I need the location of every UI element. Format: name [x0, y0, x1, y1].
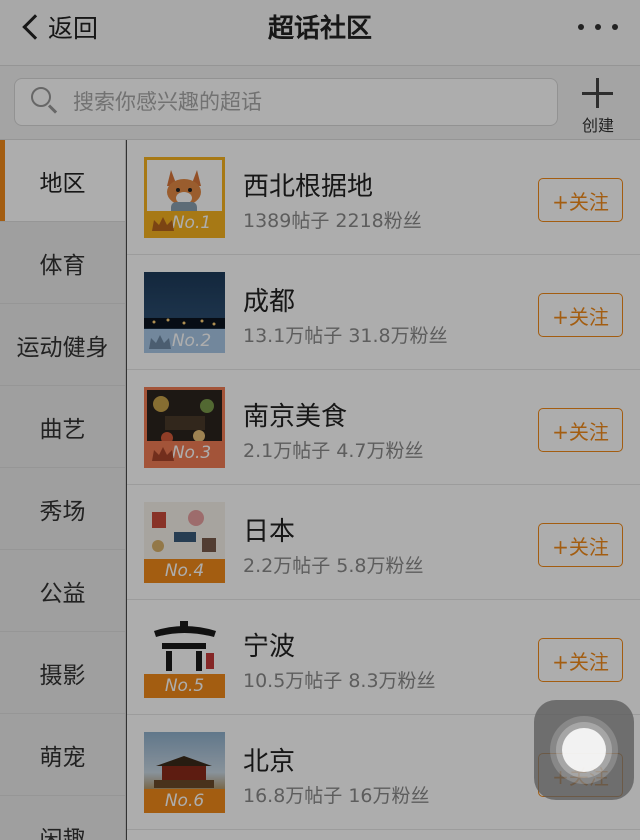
rank-badge: No.2	[144, 329, 225, 353]
follow-button[interactable]: +关注	[538, 638, 623, 682]
assistive-touch-icon	[562, 728, 606, 772]
list-item[interactable]: No.3 南京美食 2.1万帖子 4.7万粉丝 +关注	[127, 370, 640, 485]
topic-thumbnail: No.6	[144, 732, 225, 813]
back-button[interactable]: 返回	[16, 10, 98, 44]
topic-stats: 1389帖子 2218粉丝	[243, 210, 422, 232]
follow-button[interactable]: +关注	[538, 178, 623, 222]
list-item[interactable]: No.1 西北根据地 1389帖子 2218粉丝 +关注	[127, 140, 640, 255]
topic-thumbnail: No.5	[144, 617, 225, 698]
sidebar-item-charity[interactable]: 公益	[0, 550, 125, 632]
sidebar-item-leisure[interactable]: 闲趣	[0, 796, 125, 840]
crown-icon	[152, 447, 174, 461]
sidebar-item-showroom[interactable]: 秀场	[0, 468, 125, 550]
topic-title: 北京	[243, 747, 296, 777]
search-icon	[31, 87, 61, 117]
follow-button[interactable]: +关注	[538, 408, 623, 452]
create-button[interactable]: 创建	[572, 74, 624, 135]
topic-stats: 10.5万帖子 8.3万粉丝	[243, 670, 436, 692]
create-label: 创建	[581, 116, 614, 135]
more-dot-icon	[612, 24, 618, 30]
topic-title: 西北根据地	[243, 172, 374, 202]
topic-stats: 2.1万帖子 4.7万粉丝	[243, 440, 424, 462]
topic-stats: 16.8万帖子 16万粉丝	[243, 785, 430, 807]
list-item[interactable]: No.5 宁波 10.5万帖子 8.3万粉丝 +关注	[127, 600, 640, 715]
topic-thumbnail: No.3	[144, 387, 225, 468]
rank-badge: No.4	[144, 559, 225, 583]
category-sidebar: 地区 体育 运动健身 曲艺 秀场 公益 摄影 萌宠 闲趣	[0, 140, 126, 840]
list-item[interactable]: No.2 成都 13.1万帖子 31.8万粉丝 +关注	[127, 255, 640, 370]
back-label: 返回	[48, 14, 99, 43]
rank-badge: No.3	[147, 441, 222, 465]
search-box[interactable]	[14, 78, 558, 126]
follow-button[interactable]: +关注	[538, 523, 623, 567]
rank-badge: No.1	[147, 211, 222, 235]
sidebar-item-folk-arts[interactable]: 曲艺	[0, 386, 125, 468]
sidebar-item-pets[interactable]: 萌宠	[0, 714, 125, 796]
topic-thumbnail: No.2	[144, 272, 225, 353]
rank-badge: No.6	[144, 789, 225, 813]
topic-title: 成都	[243, 287, 296, 317]
chevron-left-icon	[22, 14, 48, 40]
search-row: 创建	[0, 66, 640, 140]
search-input[interactable]	[73, 90, 533, 114]
more-dot-icon	[578, 24, 584, 30]
topic-stats: 2.2万帖子 5.8万粉丝	[243, 555, 424, 577]
crown-icon	[149, 335, 171, 349]
more-button[interactable]	[578, 12, 618, 42]
topic-stats: 13.1万帖子 31.8万粉丝	[243, 325, 448, 347]
topic-thumbnail: No.4	[144, 502, 225, 583]
follow-button[interactable]: +关注	[538, 293, 623, 337]
topic-title: 南京美食	[243, 402, 348, 432]
rank-badge: No.5	[144, 674, 225, 698]
topic-thumbnail: No.1	[144, 157, 225, 238]
nav-bar: 返回 超话社区	[0, 0, 640, 66]
topic-title: 日本	[243, 517, 296, 547]
list-item[interactable]: No.4 日本 2.2万帖子 5.8万粉丝 +关注	[127, 485, 640, 600]
assistive-touch-button[interactable]	[534, 700, 634, 800]
more-dot-icon	[595, 24, 601, 30]
topic-title: 宁波	[243, 632, 296, 662]
sidebar-item-photography[interactable]: 摄影	[0, 632, 125, 714]
sidebar-item-sports[interactable]: 体育	[0, 222, 125, 304]
crown-icon	[152, 217, 174, 231]
sidebar-item-region[interactable]: 地区	[0, 140, 125, 222]
sidebar-item-fitness[interactable]: 运动健身	[0, 304, 125, 386]
